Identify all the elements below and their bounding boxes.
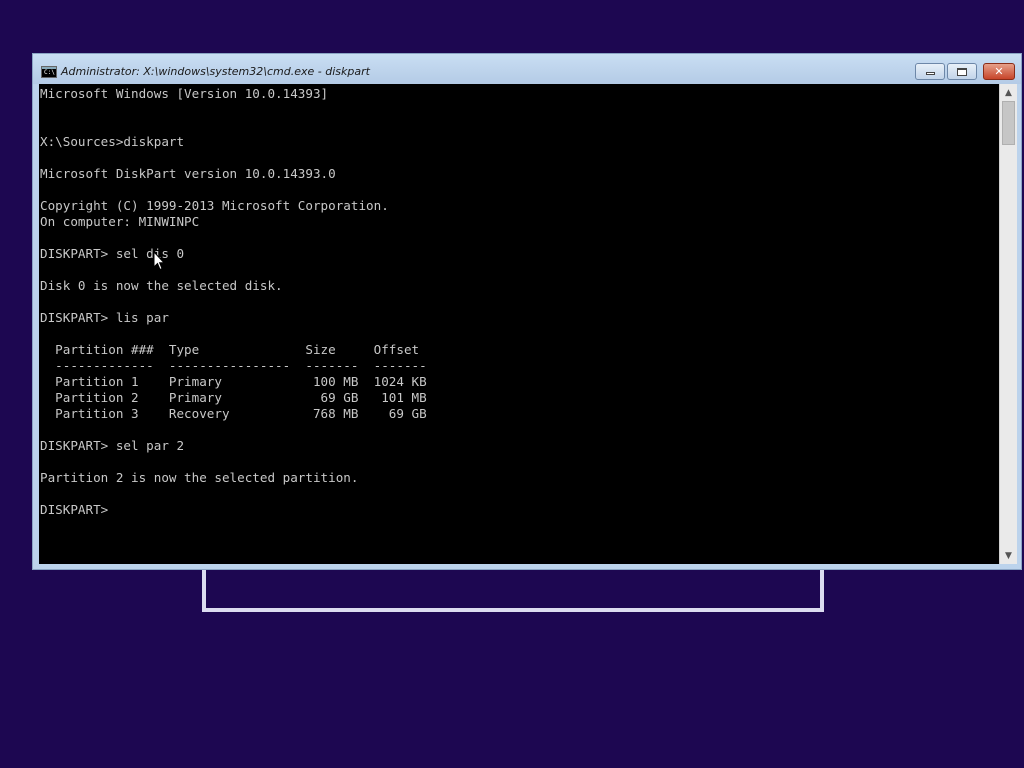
console-line: DISKPART> lis par [40, 310, 169, 325]
console-line: Partition 2 is now the selected partitio… [40, 470, 359, 485]
console-line: Microsoft DiskPart version 10.0.14393.0 [40, 166, 336, 181]
minimize-icon [925, 72, 935, 75]
close-icon: ✕ [994, 65, 1004, 78]
desktop-background: C:\ Administrator: X:\windows\system32\c… [0, 0, 1024, 768]
scroll-up-button[interactable]: ▲ [1000, 84, 1017, 101]
console-line: On computer: MINWINPC [40, 214, 200, 229]
console-line: Partition 3 Recovery 768 MB 69 GB [40, 406, 427, 421]
cmd-icon[interactable]: C:\ [41, 66, 57, 78]
console-line: Microsoft Windows [Version 10.0.14393] [40, 86, 329, 101]
window-title: Administrator: X:\windows\system32\cmd.e… [61, 65, 370, 78]
minimize-button[interactable] [915, 63, 945, 80]
console-line: DISKPART> sel dis 0 [40, 246, 185, 261]
console-line: DISKPART> sel par 2 [40, 438, 185, 453]
maximize-icon [957, 67, 967, 76]
title-bar[interactable]: C:\ Administrator: X:\windows\system32\c… [33, 54, 1021, 84]
close-button[interactable]: ✕ [983, 63, 1015, 80]
vertical-scrollbar[interactable]: ▲ ▼ [999, 84, 1017, 564]
maximize-button[interactable] [947, 63, 977, 80]
console-line: Partition 1 Primary 100 MB 1024 KB [40, 374, 427, 389]
scroll-down-button[interactable]: ▼ [1000, 547, 1017, 564]
mouse-pointer-icon [153, 251, 165, 271]
console-line: Partition ### Type Size Offset [40, 342, 420, 357]
scroll-up-arrow-icon: ▲ [1005, 87, 1012, 98]
scrollbar-thumb[interactable] [1002, 101, 1015, 145]
console-text: Microsoft Windows [Version 10.0.14393] X:… [39, 84, 999, 518]
cmd-icon-label: C:\ [44, 69, 55, 76]
console-line: DISKPART> [40, 502, 116, 517]
console-line: Copyright (C) 1999-2013 Microsoft Corpor… [40, 198, 389, 213]
cmd-window[interactable]: C:\ Administrator: X:\windows\system32\c… [32, 53, 1022, 570]
console-line: X:\Sources>diskpart [40, 134, 185, 149]
console-line: Disk 0 is now the selected disk. [40, 278, 283, 293]
console-line: Partition 2 Primary 69 GB 101 MB [40, 390, 427, 405]
console-line: ------------- ---------------- ------- -… [40, 358, 427, 373]
console-output[interactable]: Microsoft Windows [Version 10.0.14393] X:… [39, 84, 999, 564]
scroll-down-arrow-icon: ▼ [1005, 550, 1012, 561]
